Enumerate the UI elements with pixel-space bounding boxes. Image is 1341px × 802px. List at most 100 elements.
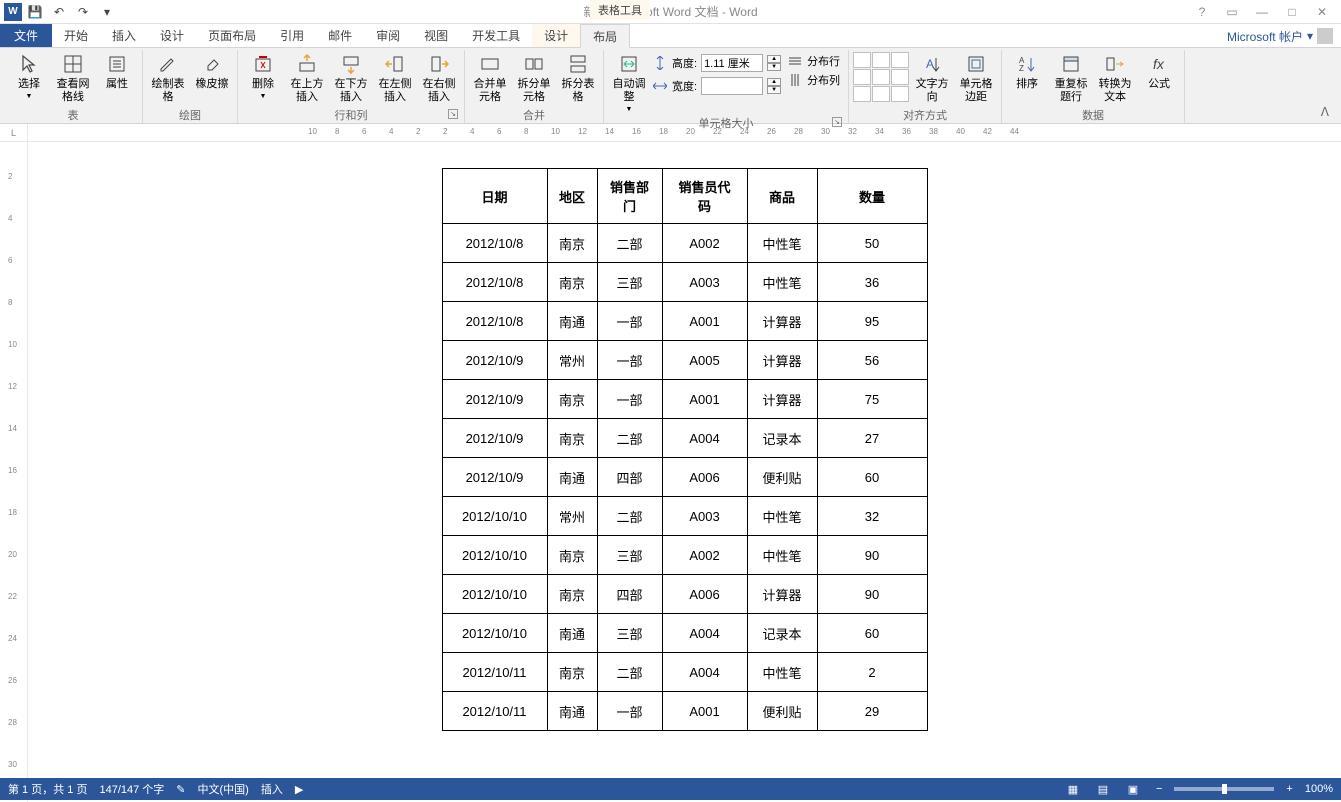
status-macro-icon[interactable]: ▶ (295, 783, 303, 796)
table-cell[interactable]: 南京 (547, 575, 597, 614)
table-cell[interactable]: 60 (817, 458, 927, 497)
table-header-cell[interactable]: 销售部门 (597, 169, 662, 224)
table-cell[interactable]: 2012/10/9 (442, 341, 547, 380)
split-table-button[interactable]: 拆分表格 (557, 50, 599, 104)
tab-review[interactable]: 审阅 (364, 24, 412, 47)
table-cell[interactable]: A004 (662, 614, 747, 653)
status-lang[interactable]: 中文(中国) (198, 781, 249, 797)
table-cell[interactable]: 计算器 (747, 380, 817, 419)
table-cell[interactable]: A006 (662, 458, 747, 497)
align-tl[interactable] (853, 52, 871, 68)
table-cell[interactable]: A006 (662, 575, 747, 614)
height-input[interactable] (701, 54, 763, 72)
table-cell[interactable]: 27 (817, 419, 927, 458)
table-cell[interactable]: 32 (817, 497, 927, 536)
view-web-button[interactable]: ▣ (1122, 780, 1144, 798)
table-cell[interactable]: 90 (817, 536, 927, 575)
table-cell[interactable]: 计算器 (747, 341, 817, 380)
delete-button[interactable]: 删除▼ (242, 50, 284, 102)
table-cell[interactable]: 三部 (597, 263, 662, 302)
table-cell[interactable]: 四部 (597, 575, 662, 614)
zoom-in-button[interactable]: + (1282, 783, 1296, 795)
align-tc[interactable] (872, 52, 890, 68)
table-cell[interactable]: 南通 (547, 302, 597, 341)
view-gridlines-button[interactable]: 查看网格线 (52, 50, 94, 104)
view-read-button[interactable]: ▦ (1062, 780, 1084, 798)
table-cell[interactable]: 便利贴 (747, 458, 817, 497)
sort-button[interactable]: AZ 排序 (1006, 50, 1048, 91)
table-cell[interactable]: 2012/10/10 (442, 614, 547, 653)
align-bc[interactable] (872, 86, 890, 102)
table-cell[interactable]: 南通 (547, 692, 597, 731)
table-cell[interactable]: 计算器 (747, 575, 817, 614)
table-cell[interactable]: 75 (817, 380, 927, 419)
align-mc[interactable] (872, 69, 890, 85)
convert-to-text-button[interactable]: 转换为文本 (1094, 50, 1136, 104)
table-cell[interactable]: A001 (662, 692, 747, 731)
status-mode[interactable]: 插入 (261, 781, 283, 797)
height-spinner[interactable]: ▲▼ (767, 55, 781, 71)
minimize-button[interactable]: — (1249, 2, 1275, 22)
close-button[interactable]: ✕ (1309, 2, 1335, 22)
formula-button[interactable]: fx 公式 (1138, 50, 1180, 91)
table-cell[interactable]: 计算器 (747, 302, 817, 341)
table-cell[interactable]: 2012/10/8 (442, 224, 547, 263)
table-cell[interactable]: 南通 (547, 614, 597, 653)
table-cell[interactable]: 2012/10/8 (442, 263, 547, 302)
table-header-cell[interactable]: 日期 (442, 169, 547, 224)
table-cell[interactable]: 二部 (597, 419, 662, 458)
table-cell[interactable]: 中性笔 (747, 536, 817, 575)
tab-table-layout[interactable]: 布局 (580, 24, 630, 48)
table-cell[interactable]: 二部 (597, 497, 662, 536)
text-direction-button[interactable]: A 文字方向 (911, 50, 953, 104)
table-cell[interactable]: 95 (817, 302, 927, 341)
table-cell[interactable]: 50 (817, 224, 927, 263)
table-cell[interactable]: 中性笔 (747, 263, 817, 302)
maximize-button[interactable]: □ (1279, 2, 1305, 22)
zoom-out-button[interactable]: − (1152, 783, 1166, 795)
table-cell[interactable]: 三部 (597, 536, 662, 575)
tab-insert[interactable]: 插入 (100, 24, 148, 47)
table-cell[interactable]: 56 (817, 341, 927, 380)
collapse-ribbon-button[interactable]: ᐱ (1313, 101, 1337, 123)
view-print-button[interactable]: ▤ (1092, 780, 1114, 798)
table-cell[interactable]: 2 (817, 653, 927, 692)
insert-right-button[interactable]: 在右侧插入 (418, 50, 460, 104)
align-ml[interactable] (853, 69, 871, 85)
table-cell[interactable]: 二部 (597, 653, 662, 692)
horizontal-ruler[interactable]: 1086422468101214161820222426283032343638… (28, 124, 1341, 141)
status-page[interactable]: 第 1 页，共 1 页 (8, 781, 87, 797)
undo-button[interactable]: ↶ (48, 1, 70, 23)
table-cell[interactable]: 常州 (547, 497, 597, 536)
insert-above-button[interactable]: 在上方插入 (286, 50, 328, 104)
autofit-button[interactable]: 自动调整▼ (608, 50, 650, 115)
table-cell[interactable]: 一部 (597, 341, 662, 380)
ribbon-display-button[interactable]: ▭ (1219, 2, 1245, 22)
table-cell[interactable]: 29 (817, 692, 927, 731)
table-cell[interactable]: A001 (662, 380, 747, 419)
tab-file[interactable]: 文件 (0, 24, 52, 47)
table-cell[interactable]: 四部 (597, 458, 662, 497)
tab-references[interactable]: 引用 (268, 24, 316, 47)
distribute-rows-button[interactable]: 分布行 (783, 52, 844, 70)
table-cell[interactable]: 便利贴 (747, 692, 817, 731)
table-cell[interactable]: 中性笔 (747, 497, 817, 536)
status-words[interactable]: 147/147 个字 (99, 781, 164, 797)
table-cell[interactable]: A005 (662, 341, 747, 380)
table-header-cell[interactable]: 销售员代码 (662, 169, 747, 224)
merge-cells-button[interactable]: 合并单元格 (469, 50, 511, 104)
table-cell[interactable]: 南京 (547, 263, 597, 302)
page-viewport[interactable]: 日期地区销售部门销售员代码商品数量 2012/10/8南京二部A002中性笔50… (28, 142, 1341, 802)
tab-design[interactable]: 设计 (148, 24, 196, 47)
table-cell[interactable]: 90 (817, 575, 927, 614)
table-cell[interactable]: 2012/10/10 (442, 575, 547, 614)
table-cell[interactable]: 中性笔 (747, 224, 817, 263)
table-header-cell[interactable]: 地区 (547, 169, 597, 224)
table-cell[interactable]: 南通 (547, 458, 597, 497)
table-cell[interactable]: 一部 (597, 692, 662, 731)
account-label[interactable]: Microsoft 帐户 ▾ (1227, 24, 1333, 48)
split-cells-button[interactable]: 拆分单元格 (513, 50, 555, 104)
table-cell[interactable]: 三部 (597, 614, 662, 653)
table-cell[interactable]: 记录本 (747, 419, 817, 458)
table-cell[interactable]: 2012/10/11 (442, 692, 547, 731)
